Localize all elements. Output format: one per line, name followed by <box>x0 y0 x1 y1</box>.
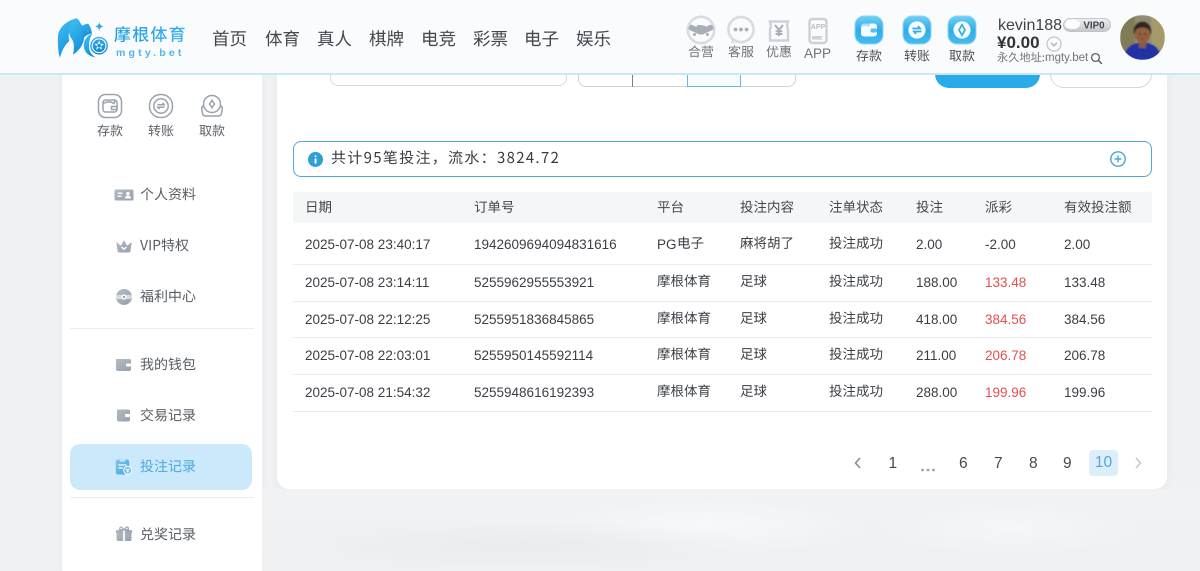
svg-text:APP: APP <box>811 24 826 31</box>
svg-text:VIP0: VIP0 <box>1083 20 1105 31</box>
